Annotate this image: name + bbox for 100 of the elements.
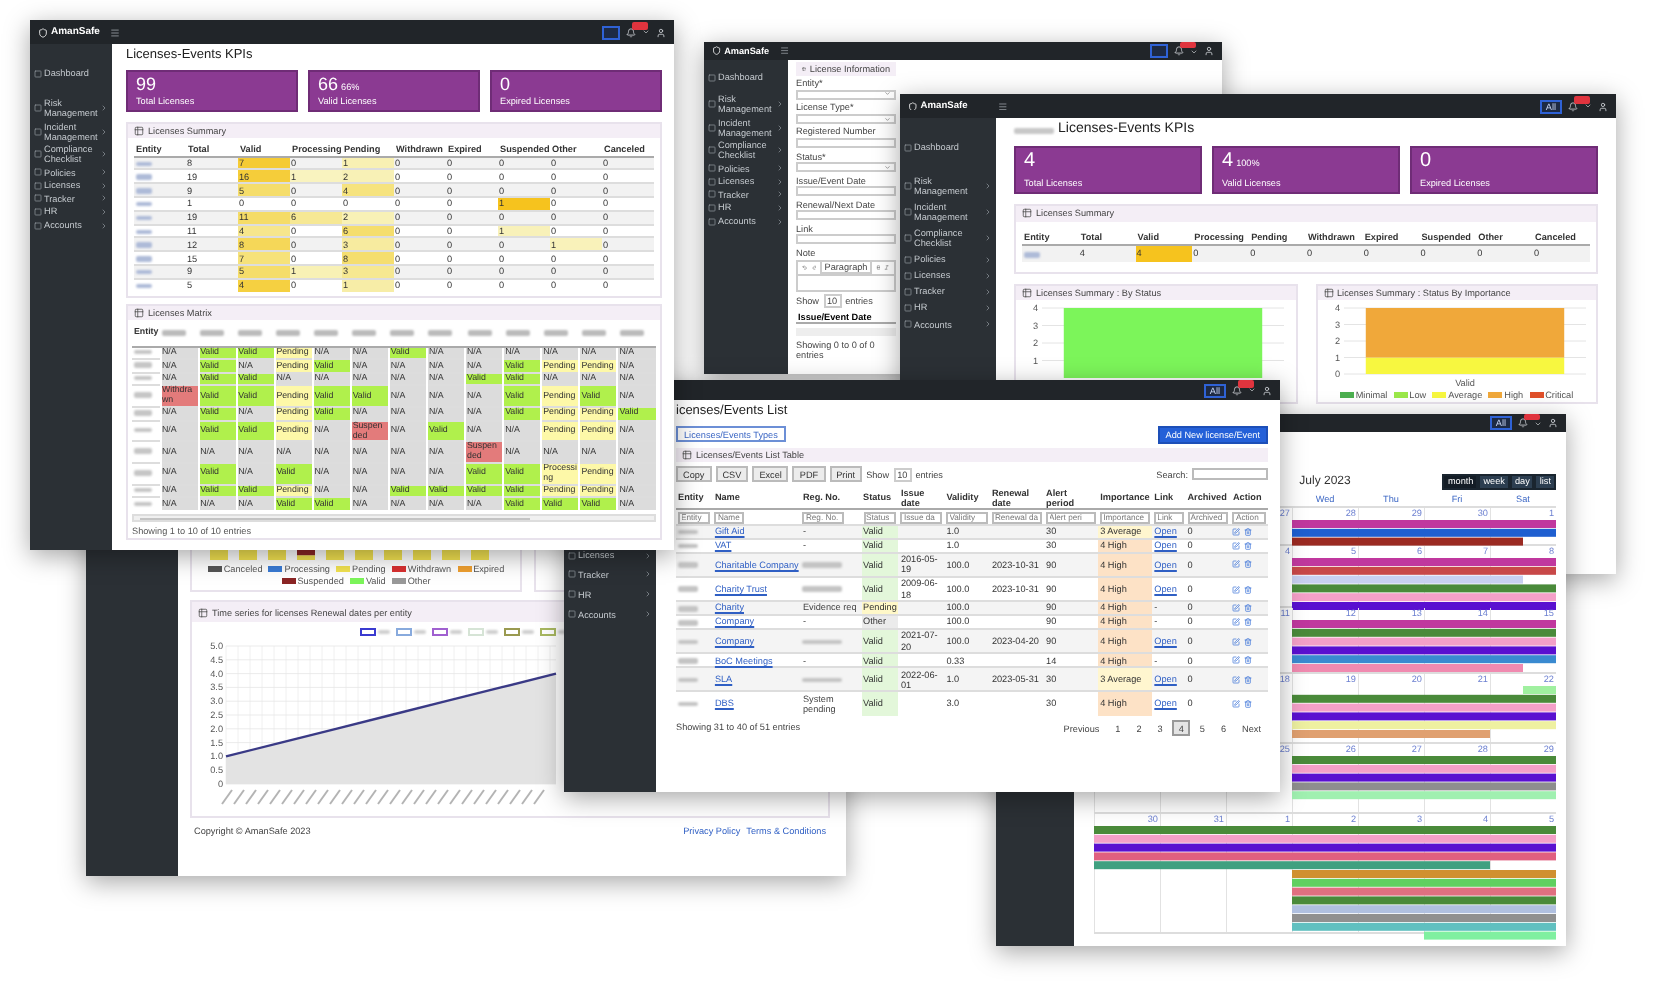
trash-icon[interactable] bbox=[1244, 604, 1253, 613]
caret-icon[interactable] bbox=[1584, 102, 1592, 110]
user-icon[interactable] bbox=[1598, 101, 1608, 111]
notification-badge bbox=[1238, 380, 1254, 387]
table-icon bbox=[198, 607, 208, 618]
filter-button[interactable] bbox=[602, 25, 620, 39]
blurred-heading bbox=[619, 330, 644, 336]
edit-icon[interactable] bbox=[1232, 585, 1241, 594]
redo-icon[interactable] bbox=[811, 263, 817, 271]
blurred-heading bbox=[314, 330, 339, 336]
table-icon bbox=[682, 449, 692, 460]
square-icon bbox=[904, 287, 912, 296]
notification-badge bbox=[1524, 414, 1540, 420]
italic-icon[interactable] bbox=[884, 263, 891, 271]
table-icon bbox=[1323, 288, 1333, 298]
blurred-text bbox=[1023, 252, 1039, 257]
scrollbar[interactable] bbox=[132, 514, 656, 523]
square-icon bbox=[34, 221, 42, 230]
kpi-value: 0 bbox=[500, 76, 511, 95]
square-icon bbox=[708, 217, 716, 226]
square-icon bbox=[568, 570, 576, 579]
note-editor[interactable] bbox=[796, 273, 896, 292]
trash-icon[interactable] bbox=[1244, 527, 1253, 536]
trash-icon[interactable] bbox=[1244, 637, 1253, 646]
square-icon bbox=[708, 190, 716, 199]
edit-icon[interactable] bbox=[1232, 637, 1241, 646]
user-icon[interactable] bbox=[1262, 385, 1272, 395]
user-icon[interactable] bbox=[656, 27, 666, 37]
filter-button[interactable] bbox=[1150, 44, 1168, 58]
edit-icon[interactable] bbox=[1232, 527, 1241, 536]
trash-icon[interactable] bbox=[1244, 675, 1253, 684]
menu-icon[interactable] bbox=[998, 101, 1008, 111]
square-icon bbox=[34, 104, 42, 113]
blurred-text bbox=[802, 562, 843, 568]
blurred-heading bbox=[238, 330, 263, 336]
square-icon bbox=[34, 150, 42, 159]
kpi-value: 66 bbox=[318, 76, 339, 95]
bell-icon[interactable] bbox=[1568, 101, 1578, 111]
trash-icon[interactable] bbox=[1244, 700, 1253, 709]
square-icon bbox=[904, 320, 912, 329]
square-icon bbox=[708, 100, 716, 109]
square-icon bbox=[568, 610, 576, 619]
kpi-value: 99 bbox=[136, 76, 157, 95]
square-icon bbox=[904, 208, 912, 217]
bell-icon[interactable] bbox=[626, 27, 636, 37]
menu-icon[interactable] bbox=[110, 27, 120, 37]
square-icon bbox=[34, 194, 42, 203]
input-field[interactable] bbox=[796, 234, 896, 245]
trash-icon[interactable] bbox=[1244, 618, 1253, 627]
blurred-heading bbox=[200, 330, 225, 336]
notification-badge bbox=[632, 22, 648, 29]
kpi-value: 4 bbox=[1024, 151, 1036, 172]
edit-icon[interactable] bbox=[1232, 604, 1241, 613]
table-icon bbox=[134, 308, 144, 319]
blurred-heading bbox=[581, 330, 606, 336]
square-icon bbox=[708, 146, 716, 155]
search-field[interactable] bbox=[1192, 468, 1268, 481]
shield-icon bbox=[712, 46, 722, 56]
trash-icon[interactable] bbox=[1244, 541, 1253, 550]
square-icon bbox=[904, 303, 912, 312]
trash-icon[interactable] bbox=[1244, 585, 1253, 594]
bell-icon[interactable] bbox=[1518, 418, 1528, 428]
square-icon bbox=[34, 69, 42, 78]
bold-icon[interactable] bbox=[875, 263, 881, 271]
caret-icon[interactable] bbox=[1248, 386, 1256, 394]
table-icon bbox=[134, 126, 144, 137]
select-field[interactable] bbox=[796, 89, 896, 100]
square-icon bbox=[708, 203, 716, 212]
select-field[interactable] bbox=[796, 162, 896, 173]
edit-icon[interactable] bbox=[1232, 700, 1241, 709]
menu-icon[interactable] bbox=[780, 46, 790, 56]
kpi-value: 4 bbox=[1222, 151, 1234, 172]
square-icon bbox=[34, 127, 42, 136]
trash-icon[interactable] bbox=[1244, 656, 1253, 665]
square-icon bbox=[34, 207, 42, 216]
square-icon bbox=[904, 271, 912, 280]
input-field[interactable] bbox=[796, 186, 896, 197]
input-field[interactable] bbox=[796, 137, 896, 148]
caret-icon[interactable] bbox=[642, 28, 650, 36]
edit-icon[interactable] bbox=[1232, 618, 1241, 627]
edit-icon[interactable] bbox=[1232, 560, 1241, 569]
edit-icon[interactable] bbox=[1232, 675, 1241, 684]
blurred-heading bbox=[276, 330, 301, 336]
square-icon bbox=[708, 164, 716, 173]
square-icon bbox=[34, 181, 42, 190]
blurred-heading bbox=[162, 330, 186, 336]
user-icon[interactable] bbox=[1204, 46, 1214, 56]
undo-icon[interactable] bbox=[802, 263, 808, 271]
bell-icon[interactable] bbox=[1174, 46, 1184, 56]
input-field[interactable] bbox=[796, 210, 896, 221]
edit-icon[interactable] bbox=[1232, 541, 1241, 550]
blurred-text bbox=[450, 629, 462, 635]
bell-icon[interactable] bbox=[1232, 385, 1242, 395]
square-icon bbox=[708, 123, 716, 132]
edit-icon[interactable] bbox=[1232, 656, 1241, 665]
blurred-text bbox=[486, 629, 498, 635]
user-icon[interactable] bbox=[1548, 418, 1558, 428]
select-field[interactable] bbox=[796, 113, 896, 124]
table-icon bbox=[1022, 208, 1032, 219]
trash-icon[interactable] bbox=[1244, 560, 1253, 569]
